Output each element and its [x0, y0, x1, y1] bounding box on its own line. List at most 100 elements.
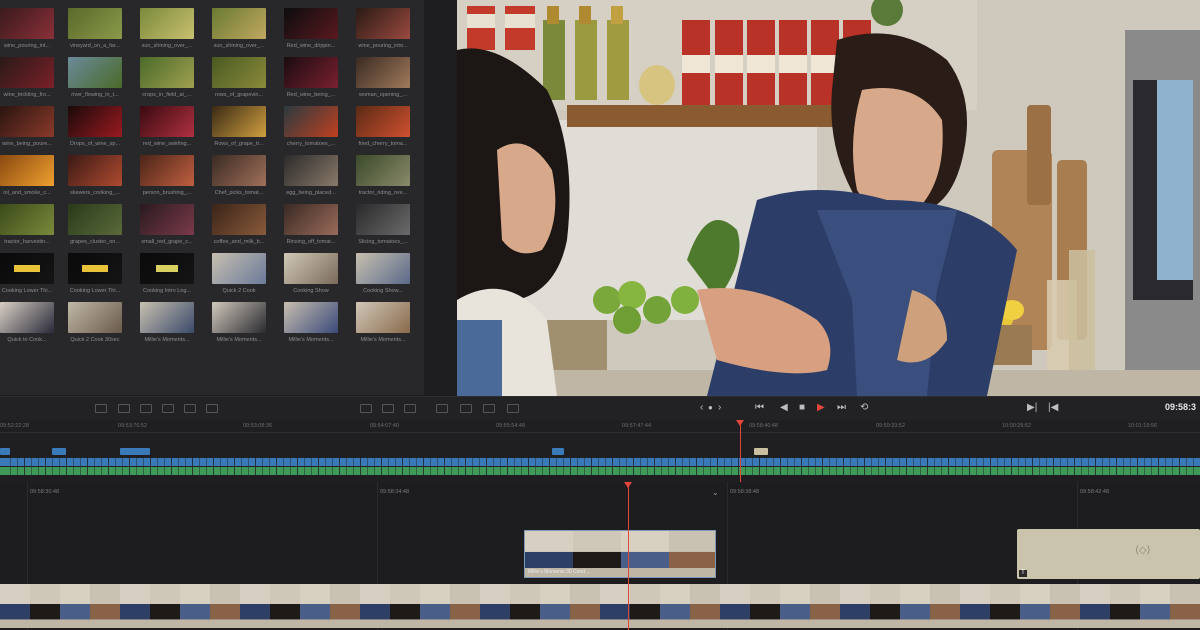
- upper-timeline[interactable]: 09:52:22:28 09:53:76:52 09:53:08:36 09:5…: [0, 420, 1200, 482]
- upper-playhead[interactable]: [740, 424, 741, 482]
- source-viewer[interactable]: [457, 0, 1200, 396]
- next-edit-icon[interactable]: |◀: [1048, 401, 1058, 415]
- media-clip[interactable]: rows_of_grapevin...: [206, 57, 272, 105]
- cut-mark: [528, 458, 529, 475]
- lower-playhead[interactable]: [628, 486, 629, 630]
- jog-dot-icon[interactable]: ●: [708, 401, 713, 415]
- settings-sliders-icon[interactable]: [436, 404, 448, 413]
- insert-clip-icon[interactable]: [460, 404, 472, 413]
- previous-edit-icon[interactable]: ▶|: [1027, 401, 1037, 415]
- timeline-clip[interactable]: [120, 448, 150, 455]
- chevron-down-icon[interactable]: ⌄: [712, 488, 719, 497]
- jog-right-icon[interactable]: ›: [718, 401, 721, 415]
- media-clip[interactable]: red_wine_swirling...: [134, 106, 200, 154]
- marker-icon[interactable]: [206, 404, 218, 413]
- media-clip[interactable]: cherry_tomatoes_...: [278, 106, 344, 154]
- cut-mark: [710, 458, 711, 475]
- selected-timeline-clip[interactable]: Millie's Moments 30 Cond...: [524, 530, 716, 578]
- media-clip[interactable]: sun_shining_over_...: [206, 8, 272, 56]
- go-to-start-icon[interactable]: ⏮: [755, 401, 764, 415]
- media-clip[interactable]: Quick 2 Cook: [206, 253, 272, 301]
- video-track-1[interactable]: [0, 584, 1200, 628]
- cut-mark: [843, 458, 844, 475]
- trim-edit-icon[interactable]: [95, 404, 107, 413]
- link-clips-icon[interactable]: [140, 404, 152, 413]
- media-clip[interactable]: Cooking Show...: [350, 253, 416, 301]
- waveform-view-icon[interactable]: [404, 404, 416, 413]
- filmstrip-frame: [0, 584, 31, 628]
- media-clip[interactable]: wine_pouring_int...: [0, 8, 60, 56]
- media-clip[interactable]: grapes_cluster_on...: [62, 204, 128, 252]
- replace-clip-icon[interactable]: [507, 404, 519, 413]
- media-clip[interactable]: Cooking Lower Thi...: [0, 253, 60, 301]
- media-clip[interactable]: tractor_riding_ove...: [350, 155, 416, 203]
- lower-playhead-marker[interactable]: [624, 482, 632, 488]
- media-clip[interactable]: egg_being_placed...: [278, 155, 344, 203]
- overwrite-clip-icon[interactable]: [483, 404, 495, 413]
- blade-icon[interactable]: [118, 404, 130, 413]
- media-clip[interactable]: Cooking Show: [278, 253, 344, 301]
- media-clip[interactable]: coffee_and_milk_b...: [206, 204, 272, 252]
- media-clip[interactable]: Millie's Moments...: [206, 302, 272, 350]
- clip-name: wine_being_poure...: [2, 141, 52, 147]
- cut-mark: [122, 458, 123, 475]
- filmstrip-frame: [720, 584, 751, 628]
- media-clip[interactable]: fried_cherry_toma...: [350, 106, 416, 154]
- media-clip[interactable]: Rows_of_grape_tr...: [206, 106, 272, 154]
- media-clip[interactable]: small_red_grape_c...: [134, 204, 200, 252]
- media-clip[interactable]: Quick 2 Cook 30sec: [62, 302, 128, 350]
- clip-thumbnail: [212, 204, 266, 235]
- media-clip[interactable]: person_brushing_...: [134, 155, 200, 203]
- timeline-clip[interactable]: [754, 448, 768, 455]
- media-clip[interactable]: river_flowing_in_t...: [62, 57, 128, 105]
- timeline-view-icon[interactable]: [360, 404, 372, 413]
- clip-name: tractor_harvestin...: [4, 239, 50, 245]
- media-clip[interactable]: Slicing_tomatoes_...: [350, 204, 416, 252]
- media-clip[interactable]: Quick to Cook...: [0, 302, 60, 350]
- media-clip[interactable]: wine_trickling_fro...: [0, 57, 60, 105]
- media-clip[interactable]: Drops_of_wine_sp...: [62, 106, 128, 154]
- timeline-clip[interactable]: [552, 448, 564, 455]
- play-reverse-icon[interactable]: ◀: [780, 401, 788, 415]
- cut-mark: [150, 458, 151, 475]
- title-clip[interactable]: ⟨◇⟩ T: [1017, 529, 1200, 579]
- jog-left-icon[interactable]: ‹: [700, 401, 703, 415]
- flag-icon[interactable]: [184, 404, 196, 413]
- media-clip[interactable]: woman_opening_...: [350, 57, 416, 105]
- media-clip[interactable]: Cooking Lower Thi...: [62, 253, 128, 301]
- stop-icon[interactable]: ■: [799, 401, 805, 415]
- go-to-end-icon[interactable]: ⏭: [837, 401, 846, 415]
- media-clip[interactable]: Millie's Moments...: [350, 302, 416, 350]
- lower-timeline[interactable]: 09:58:30:48 09:58:34:48 09:58:38:48 09:5…: [0, 482, 1200, 630]
- media-clip[interactable]: vineyard_on_a_far...: [62, 8, 128, 56]
- ruler-label: 09:52:22:28: [0, 423, 30, 429]
- upper-timeline-ruler[interactable]: 09:52:22:28 09:53:76:52 09:53:08:36 09:5…: [0, 420, 1200, 433]
- loop-icon[interactable]: ⟲: [860, 401, 868, 415]
- media-clip[interactable]: Red_wine_being_...: [278, 57, 344, 105]
- media-clip[interactable]: Millie's Moments...: [134, 302, 200, 350]
- thumbnail-view-icon[interactable]: [382, 404, 394, 413]
- clip-thumbnail: [284, 57, 338, 88]
- media-clip[interactable]: Red_wine_drippin...: [278, 8, 344, 56]
- media-clip[interactable]: tractor_harvestin...: [0, 204, 60, 252]
- cut-mark: [493, 458, 494, 475]
- play-icon[interactable]: ▶: [817, 401, 825, 415]
- media-clip[interactable]: oil_and_smoke_c...: [0, 155, 60, 203]
- media-clip[interactable]: sun_shining_over_...: [134, 8, 200, 56]
- media-clip[interactable]: crops_in_field_at_...: [134, 57, 200, 105]
- media-clip[interactable]: skewers_cooking_...: [62, 155, 128, 203]
- media-clip[interactable]: Millie's Moments...: [278, 302, 344, 350]
- media-clip[interactable]: wine_being_poure...: [0, 106, 60, 154]
- upper-playhead-marker[interactable]: [736, 420, 744, 426]
- filmstrip-frame: [210, 584, 241, 628]
- snap-icon[interactable]: [162, 404, 174, 413]
- cut-mark: [269, 458, 270, 475]
- media-clip[interactable]: wine_pouring_into...: [350, 8, 416, 56]
- timeline-clip[interactable]: [0, 448, 10, 455]
- cut-mark: [346, 458, 347, 475]
- timeline-clip[interactable]: [52, 448, 66, 455]
- media-clip[interactable]: Rinsing_off_tomat...: [278, 204, 344, 252]
- cut-mark: [500, 458, 501, 475]
- media-clip[interactable]: Cooking Intro Log...: [134, 253, 200, 301]
- media-clip[interactable]: Chef_picks_tomat...: [206, 155, 272, 203]
